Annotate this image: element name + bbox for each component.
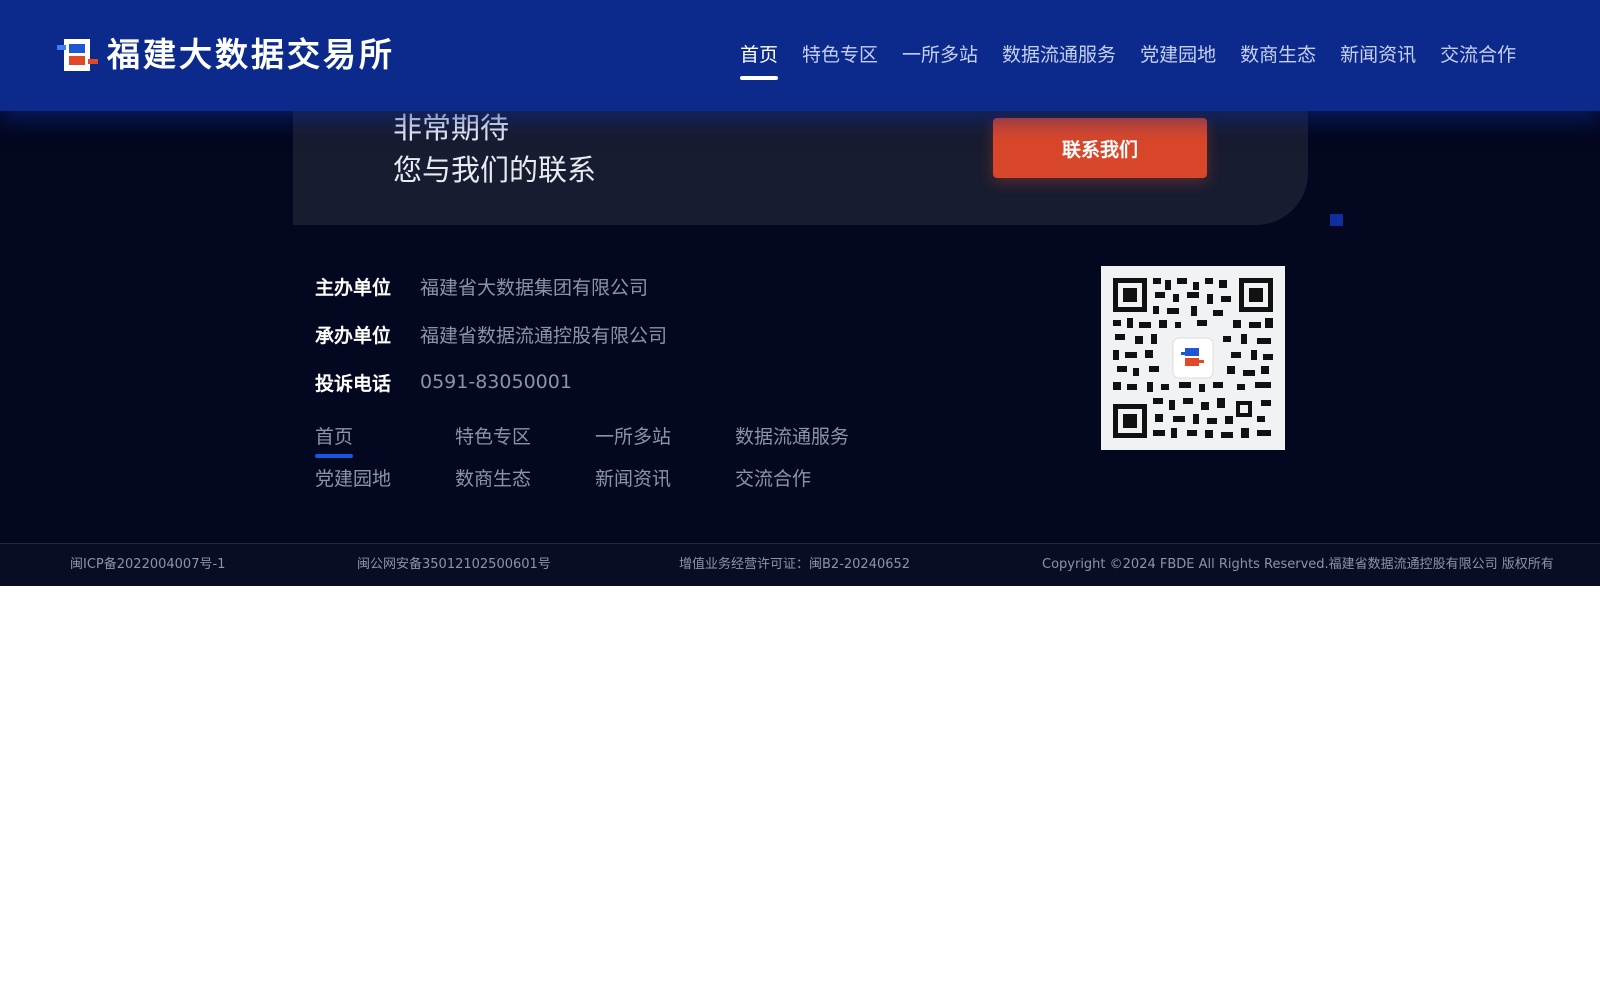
organizer-label: 承办单位 [315,324,392,347]
fbde-logo-icon [55,35,99,75]
footer-link-party-building[interactable]: 党建园地 [315,458,391,500]
logo-mark-graphic [57,39,98,71]
site-header: 福建大数据交易所 首页 特色专区 一所多站 数据流通服务 党建园地 数商生态 新… [0,0,1600,111]
qr-code-graphic [1113,278,1273,438]
decorative-square [1330,214,1343,226]
contact-line-2: 您与我们的联系 [393,153,597,187]
footer-link-multi-station[interactable]: 一所多站 [595,416,671,458]
footer-link-news[interactable]: 新闻资讯 [595,458,671,500]
complaint-label: 投诉电话 [315,372,392,395]
wechat-qr-code-icon [1101,266,1285,450]
nav-news[interactable]: 新闻资讯 [1340,30,1416,80]
info-row-host: 主办单位 福建省大数据集团有限公司 [315,262,667,310]
main-nav: 首页 特色专区 一所多站 数据流通服务 党建园地 数商生态 新闻资讯 交流合作 [740,30,1540,80]
footer-link-special-zone[interactable]: 特色专区 [455,416,531,458]
copyright-text: Copyright ©2024 FBDE All Rights Reserved… [1042,557,1554,572]
nav-multi-station[interactable]: 一所多站 [902,30,978,80]
organization-info: 主办单位 福建省大数据集团有限公司 承办单位 福建省数据流通控股有限公司 投诉电… [315,262,667,406]
legal-bar: 闽ICP备2022004007号-1 闽公网安备35012102500601号 … [0,543,1600,586]
nav-data-circulation[interactable]: 数据流通服务 [1002,30,1116,80]
contact-heading: 非常期待 您与我们的联系 [393,107,596,191]
contact-line-1: 非常期待 [393,111,510,145]
host-label: 主办单位 [315,276,392,299]
nav-party-building[interactable]: 党建园地 [1140,30,1216,80]
nav-ecosystem[interactable]: 数商生态 [1240,30,1316,80]
footer-nav: 首页 特色专区 一所多站 数据流通服务 党建园地 数商生态 新闻资讯 交流合作 [315,416,915,500]
organizer-value: 福建省数据流通控股有限公司 [420,324,668,347]
telecom-license-text: 增值业务经营许可证：闽B2-20240652 [679,557,911,572]
info-row-complaint: 投诉电话 0591-83050001 [315,358,667,406]
icp-record-link[interactable]: 闽ICP备2022004007号-1 [70,544,225,586]
nav-home[interactable]: 首页 [740,30,779,80]
site-logo[interactable]: 福建大数据交易所 [55,34,395,76]
footer-link-cooperation[interactable]: 交流合作 [735,458,811,500]
nav-cooperation[interactable]: 交流合作 [1440,30,1516,80]
host-value: 福建省大数据集团有限公司 [420,276,649,299]
police-record-link[interactable]: 闽公网安备35012102500601号 [357,544,551,586]
complaint-phone: 0591-83050001 [420,371,572,393]
footer-link-home[interactable]: 首页 [315,416,354,458]
nav-special-zone[interactable]: 特色专区 [802,30,878,80]
logo-text: 福建大数据交易所 [107,35,395,74]
footer-link-ecosystem[interactable]: 数商生态 [455,458,531,500]
info-row-organizer: 承办单位 福建省数据流通控股有限公司 [315,310,667,358]
footer-link-data-circulation[interactable]: 数据流通服务 [735,416,849,458]
contact-us-button[interactable]: 联系我们 [993,118,1207,178]
